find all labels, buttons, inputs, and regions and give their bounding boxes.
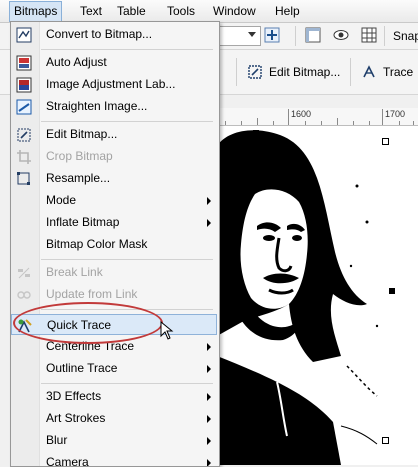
auto-adjust-icon	[16, 55, 32, 71]
menu-item-update-from-link: Update from Link	[11, 284, 217, 305]
update-link-icon	[17, 291, 31, 299]
rotation-handle[interactable]	[382, 437, 389, 444]
menu-separator	[41, 383, 213, 384]
ruler-tick	[369, 121, 370, 125]
snap-to-label[interactable]: Snap	[393, 29, 418, 43]
edit-bitmap-icon	[17, 128, 31, 142]
selection-handle[interactable]	[253, 444, 259, 450]
menu-separator	[41, 49, 213, 50]
mouse-pointer-icon	[160, 321, 174, 340]
menu-window[interactable]: Window	[213, 3, 256, 19]
ruler-label: 1700	[385, 109, 406, 119]
annotation-ellipse	[13, 302, 163, 344]
menu-item-art-strokes[interactable]: Art Strokes	[11, 408, 217, 429]
ruler-tick	[273, 121, 274, 125]
ruler-tick	[305, 121, 306, 125]
selection-handle[interactable]	[389, 288, 395, 294]
toolbar-separator	[350, 58, 351, 86]
bitmaps-dropdown-menu: Convert to Bitmap... Auto Adjust Image A…	[10, 21, 220, 467]
menu-item-auto-adjust[interactable]: Auto Adjust	[11, 52, 217, 73]
trace-icon	[363, 65, 375, 78]
portrait-bitmap[interactable]	[217, 126, 418, 465]
grid-view-icon[interactable]	[361, 27, 377, 43]
menu-item-resample[interactable]: Resample...	[11, 168, 217, 189]
menu-table[interactable]: Table	[117, 3, 146, 19]
rotation-handle[interactable]	[382, 138, 389, 145]
menu-item-outline-trace[interactable]: Outline Trace	[11, 358, 217, 379]
rulers-icon[interactable]	[305, 27, 321, 43]
ruler-label: 1600	[291, 109, 312, 119]
submenu-arrow-icon	[207, 415, 211, 423]
submenu-arrow-icon	[207, 459, 211, 466]
menu-item-straighten-image[interactable]: Straighten Image...	[11, 96, 217, 117]
break-link-icon	[18, 267, 30, 279]
trace-button[interactable]: Trace	[361, 62, 413, 82]
menu-item-edit-bitmap[interactable]: Edit Bitmap...	[11, 124, 217, 145]
resample-icon	[17, 172, 30, 185]
image-adjustment-lab-icon	[16, 77, 32, 93]
menu-text[interactable]: Text	[80, 3, 102, 19]
crop-bitmap-icon	[17, 150, 31, 164]
submenu-arrow-icon	[207, 219, 211, 227]
edit-bitmap-icon	[248, 65, 262, 79]
menu-tools[interactable]: Tools	[167, 3, 195, 19]
ruler-tick	[337, 118, 338, 125]
ruler-tick	[225, 121, 226, 125]
drawing-canvas[interactable]	[217, 126, 418, 465]
menu-separator	[41, 121, 213, 122]
toolbar-separator	[384, 26, 385, 46]
menu-item-3d-effects[interactable]: 3D Effects	[11, 386, 217, 407]
submenu-arrow-icon	[207, 437, 211, 445]
menu-item-break-link: Break Link	[11, 262, 217, 283]
chevron-down-icon	[248, 32, 256, 37]
ruler-tick	[241, 121, 242, 125]
menu-separator	[41, 259, 213, 260]
edit-bitmap-button[interactable]: Edit Bitmap...	[247, 62, 340, 82]
menu-item-convert-to-bitmap[interactable]: Convert to Bitmap...	[11, 24, 217, 45]
menu-item-crop-bitmap: Crop Bitmap	[11, 146, 217, 167]
convert-bitmap-icon	[16, 27, 32, 43]
menu-item-mode[interactable]: Mode	[11, 190, 217, 211]
submenu-arrow-icon	[207, 365, 211, 373]
ruler-tick	[382, 109, 383, 125]
ruler-tick	[353, 121, 354, 125]
menu-bitmaps[interactable]: Bitmaps	[9, 1, 63, 22]
zoom-combo[interactable]	[219, 26, 261, 46]
snap-to-grid-icon[interactable]	[264, 27, 280, 43]
ruler-tick	[257, 118, 258, 125]
ruler-tick	[399, 121, 400, 125]
ruler-tick	[288, 109, 289, 125]
submenu-arrow-icon	[207, 197, 211, 205]
view-eye-icon[interactable]	[333, 27, 349, 43]
menu-item-blur[interactable]: Blur	[11, 430, 217, 451]
selection-handle[interactable]	[253, 130, 259, 136]
ruler-tick	[321, 121, 322, 125]
toolbar-separator	[295, 26, 296, 46]
horizontal-ruler: 1600 1700	[217, 108, 418, 126]
menu-item-bitmap-color-mask[interactable]: Bitmap Color Mask	[11, 234, 217, 255]
submenu-arrow-icon	[207, 393, 211, 401]
menu-help[interactable]: Help	[275, 3, 300, 19]
ruler-tick	[413, 121, 414, 125]
menu-item-inflate-bitmap[interactable]: Inflate Bitmap	[11, 212, 217, 233]
menu-item-image-adjustment-lab[interactable]: Image Adjustment Lab...	[11, 74, 217, 95]
straighten-image-icon	[16, 99, 32, 115]
menu-bar: Bitmaps Text Table Tools Window Help	[0, 0, 418, 23]
submenu-arrow-icon	[207, 343, 211, 351]
toolbar-separator	[236, 58, 237, 86]
